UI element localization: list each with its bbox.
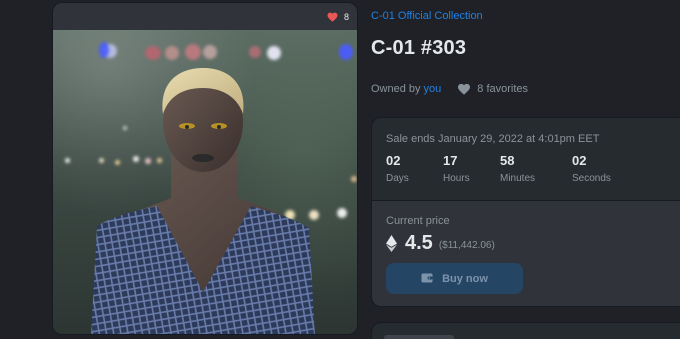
countdown-label: Hours <box>443 173 470 184</box>
favorite-heart-icon[interactable] <box>327 12 338 22</box>
media-header: 8 <box>53 3 357 30</box>
wallet-icon <box>421 272 433 286</box>
current-price-label: Current price <box>386 215 450 227</box>
item-title: C-01 #303 <box>371 37 467 59</box>
buy-now-label: Buy now <box>442 272 488 285</box>
countdown-label: Days <box>386 173 409 184</box>
buy-now-button[interactable]: Buy now <box>386 263 523 294</box>
price-row: 4.5 ($11,442.06) <box>386 232 495 255</box>
countdown-timer: 02 Days 17 Hours 58 Minutes 02 Seconds <box>386 153 629 184</box>
price-area: Current price 4.5 ($11,442.06) Buy now <box>372 201 680 306</box>
countdown-label: Seconds <box>572 173 611 184</box>
favorites-count-label: 8 favorites <box>477 83 529 95</box>
favorite-count: 8 <box>343 11 349 22</box>
owner-row: Owned by you 8 favorites <box>371 83 528 95</box>
owner-link[interactable]: you <box>424 83 442 95</box>
item-image[interactable] <box>53 30 357 334</box>
countdown-days: 02 Days <box>386 153 443 184</box>
countdown-value: 17 <box>443 153 458 168</box>
countdown-label: Minutes <box>500 173 536 184</box>
collection-link[interactable]: C-01 Official Collection <box>371 10 483 22</box>
countdown-value: 02 <box>572 153 587 168</box>
ethereum-icon <box>386 235 397 252</box>
price-eth: 4.5 <box>405 232 433 254</box>
item-media-card: 8 <box>52 2 358 335</box>
owned-by-label: Owned by <box>371 83 421 95</box>
panel-header-placeholder <box>384 335 454 339</box>
countdown-minutes: 58 Minutes <box>500 153 572 184</box>
countdown-value: 58 <box>500 153 515 168</box>
sale-ends-text: Sale ends January 29, 2022 at 4:01pm EET <box>386 133 600 145</box>
character-figure <box>91 68 315 334</box>
next-section-panel <box>371 322 680 339</box>
countdown-value: 02 <box>386 153 401 168</box>
countdown-hours: 17 Hours <box>443 153 500 184</box>
countdown-seconds: 02 Seconds <box>572 153 629 184</box>
sale-panel: Sale ends January 29, 2022 at 4:01pm EET… <box>371 117 680 307</box>
heart-icon[interactable] <box>457 83 471 95</box>
price-usd: ($11,442.06) <box>438 240 495 251</box>
